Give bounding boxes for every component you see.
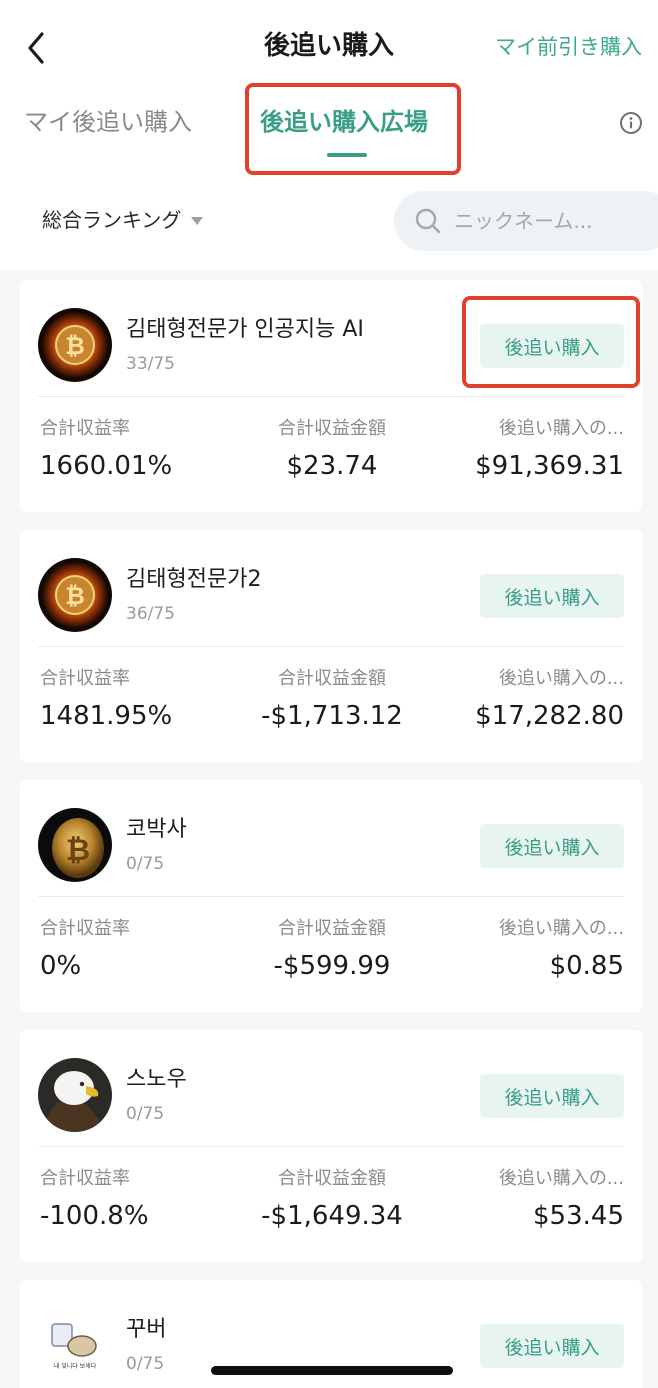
return-rate-value: -100.8% xyxy=(40,1201,149,1231)
nickname-search[interactable] xyxy=(394,191,658,251)
trader-name: 스노우 xyxy=(126,1067,187,1092)
return-amount-value: -$1,713.12 xyxy=(261,701,403,731)
follower-count: 0/75 xyxy=(126,1354,165,1374)
search-input[interactable] xyxy=(454,209,654,233)
follow-button[interactable]: 後追い購入 xyxy=(480,324,624,368)
follow-amount-value: $17,282.80 xyxy=(475,701,624,731)
follow-button[interactable]: 後追い購入 xyxy=(480,1074,624,1118)
trader-card[interactable]: ₿ 김태형전문가2 36/75 後追い購入 合計収益率 合計収益金額 後追い購入… xyxy=(20,530,642,762)
follow-button[interactable]: 後追い購入 xyxy=(480,574,624,618)
bitcoin-fire-avatar: ₿ xyxy=(38,558,112,632)
header: 後追い購入 マイ前引き購入 マイ後追い購入 後追い購入広場 総合ランキング xyxy=(0,0,658,270)
home-indicator xyxy=(211,1366,453,1375)
return-amount-value: -$1,649.34 xyxy=(261,1201,403,1231)
trader-name: 김태형전문가2 xyxy=(126,567,262,592)
follower-count: 33/75 xyxy=(126,354,175,374)
tab-my-copy-trading[interactable]: マイ後追い購入 xyxy=(24,104,192,140)
tab-copy-trading-square[interactable]: 後追い購入広場 xyxy=(260,104,428,140)
search-icon xyxy=(415,208,441,234)
info-icon[interactable] xyxy=(619,111,643,135)
eagle-avatar xyxy=(38,1058,112,1132)
trader-card[interactable]: 스노우 0/75 後追い購入 合計収益率 合計収益金額 後追い購入の... -1… xyxy=(20,1030,642,1262)
trader-card[interactable]: ₿ 코박사 0/75 後追い購入 合計収益率 合計収益金額 後追い購入の... … xyxy=(20,780,642,1012)
active-tab-indicator xyxy=(327,153,367,157)
bitcoin-fire-avatar: ₿ xyxy=(38,308,112,382)
return-rate-label: 合計収益率 xyxy=(40,418,130,439)
follow-amount-value: $0.85 xyxy=(549,951,624,981)
return-amount-label: 合計収益金額 xyxy=(278,1168,386,1189)
return-rate-label: 合計収益率 xyxy=(40,1168,130,1189)
follower-count: 0/75 xyxy=(126,854,165,874)
trader-card[interactable]: ₿ 김태형전문가 인공지능 AI 33/75 後追い購入 合計収益率 合計収益金… xyxy=(20,280,642,512)
return-amount-value: $23.74 xyxy=(286,451,378,481)
return-rate-value: 1481.95% xyxy=(40,701,173,731)
follow-amount-label: 後追い購入の... xyxy=(498,1168,624,1189)
return-rate-label: 合計収益率 xyxy=(40,918,130,939)
follow-amount-value: $53.45 xyxy=(533,1201,624,1231)
follow-amount-label: 後追い購入の... xyxy=(498,418,624,439)
svg-text:₿: ₿ xyxy=(66,833,90,868)
return-amount-label: 合計収益金額 xyxy=(278,918,386,939)
return-amount-label: 合計収益金額 xyxy=(278,418,386,439)
divider xyxy=(38,896,624,897)
return-rate-value: 1660.01% xyxy=(40,451,173,481)
divider xyxy=(38,396,624,397)
gold-bitcoin-avatar: ₿ xyxy=(38,808,112,882)
follower-count: 36/75 xyxy=(126,604,175,624)
ranking-dropdown[interactable]: 総合ランキング xyxy=(42,204,204,236)
divider xyxy=(38,1146,624,1147)
return-amount-label: 合計収益金額 xyxy=(278,668,386,689)
svg-text:₿: ₿ xyxy=(65,582,85,610)
ranking-label: 総合ランキング xyxy=(42,208,182,232)
trader-name: 코박사 xyxy=(126,817,187,842)
trader-name: 김태형전문가 인공지능 AI xyxy=(126,317,364,342)
follow-amount-label: 後追い購入の... xyxy=(498,918,624,939)
my-discount-purchase-link[interactable]: マイ前引き購入 xyxy=(495,32,642,62)
svg-text:₿: ₿ xyxy=(65,332,85,360)
follow-amount-value: $91,369.31 xyxy=(475,451,624,481)
trader-name: 꾸버 xyxy=(126,1317,167,1342)
caret-down-icon xyxy=(191,217,204,225)
return-rate-value: 0% xyxy=(40,951,82,981)
follower-count: 0/75 xyxy=(126,1104,165,1124)
return-amount-value: -$599.99 xyxy=(273,951,391,981)
divider xyxy=(38,646,624,647)
cartoon-avatar: 내 잊니다 보세다 xyxy=(38,1308,112,1382)
follow-amount-label: 後追い購入の... xyxy=(498,668,624,689)
return-rate-label: 合計収益率 xyxy=(40,668,130,689)
avatar-caption: 내 잊니다 보세다 xyxy=(54,1362,97,1370)
follow-button[interactable]: 後追い購入 xyxy=(480,1324,624,1368)
follow-button[interactable]: 後追い購入 xyxy=(480,824,624,868)
